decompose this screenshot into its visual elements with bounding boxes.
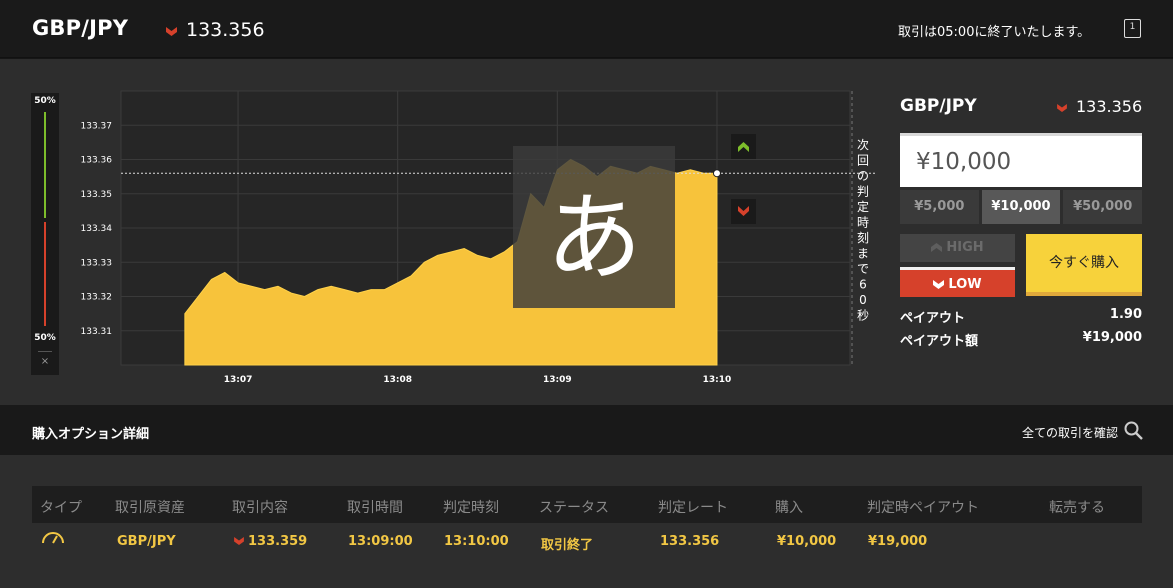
current-point <box>712 169 721 178</box>
gauge-bottom-pct: 50% <box>34 333 56 343</box>
price-chart: 13:07 13:08 13:09 13:10 133.37 133.36 133.35 13… <box>81 90 876 385</box>
gauge-high-bar <box>44 112 46 218</box>
gauge-low-bar <box>44 222 46 326</box>
search-icon[interactable] <box>1124 421 1143 440</box>
payout-amount-label: ペイアウト額 <box>900 334 979 349</box>
top-bar: GBP/JPY 133.356 取引は05:00に終了いたします。 1 <box>0 0 1173 58</box>
col-resell: 転売する <box>1049 500 1105 516</box>
up-arrow-icon <box>931 243 943 252</box>
countdown-char: 6 <box>859 278 867 292</box>
gauge-top-pct: 50% <box>34 96 56 106</box>
countdown-char: 刻 <box>857 231 869 245</box>
x-tick-label: 13:08 <box>383 375 412 385</box>
window-icon[interactable]: 1 <box>1124 19 1141 38</box>
sentiment-gauge: 50% 50% × <box>31 93 59 375</box>
y-tick-label: 133.36 <box>81 156 113 166</box>
down-arrow-icon <box>234 537 244 545</box>
closing-notice: 取引は05:00に終了いたします。 <box>898 25 1091 40</box>
countdown-char: ま <box>857 247 869 261</box>
y-tick-label: 133.32 <box>81 293 113 303</box>
countdown-char: 秒 <box>857 309 869 323</box>
col-status: ステータス <box>539 500 609 516</box>
down-arrow-icon <box>933 280 945 289</box>
col-payout: 判定時ペイアウト <box>867 500 979 516</box>
countdown-char: 0 <box>859 293 867 307</box>
preset-50000-button[interactable]: ¥50,000 <box>1063 190 1143 224</box>
header-price: 133.356 <box>186 19 265 41</box>
cell-judge-time: 13:10:00 <box>444 534 509 549</box>
col-judge-rate: 判定レート <box>658 500 728 516</box>
buy-now-button[interactable]: 今すぐ購入 <box>1026 234 1142 296</box>
cell-payout: ¥19,000 <box>868 534 928 549</box>
countdown-char: 時 <box>857 216 869 230</box>
payout-amount-row: ペイアウト額 ¥19,000 <box>900 330 1142 349</box>
amount-input[interactable]: ¥10,000 <box>900 133 1142 187</box>
payout-value: 1.90 <box>1109 307 1142 322</box>
payout-amount-value: ¥19,000 <box>1082 330 1142 345</box>
countdown-char: で <box>857 262 869 276</box>
down-arrow-icon <box>1057 104 1067 112</box>
col-type: タイプ <box>40 500 82 516</box>
all-trades-link[interactable]: 全ての取引を確認 <box>1022 424 1118 441</box>
cell-status: 取引終了 <box>541 538 594 553</box>
col-asset: 取引原資産 <box>115 500 185 516</box>
countdown-char: 回 <box>857 154 869 168</box>
timer-gauge-icon <box>42 532 64 544</box>
col-trade-time: 取引時間 <box>347 500 403 516</box>
y-tick-label: 133.34 <box>81 224 113 234</box>
trades-table: タイプ 取引原資産 取引内容 取引時間 判定時刻 ステータス 判定レート 購入 … <box>0 455 1173 588</box>
countdown-char: 定 <box>857 199 869 214</box>
cell-purchase: ¥10,000 <box>777 534 837 549</box>
low-button[interactable]: LOW <box>900 267 1015 297</box>
preset-5000-button[interactable]: ¥5,000 <box>900 190 979 224</box>
panel-price: 133.356 <box>1076 97 1143 116</box>
header-pair: GBP/JPY <box>32 16 129 40</box>
low-label: LOW <box>948 277 982 292</box>
y-tick-label: 133.37 <box>81 121 113 131</box>
purchase-options-bar: 購入オプション詳細 全ての取引を確認 <box>0 405 1173 455</box>
countdown-char: 次 <box>857 138 869 152</box>
y-tick-label: 133.33 <box>81 258 113 268</box>
cell-content: 133.359 <box>234 534 307 549</box>
x-tick-label: 13:10 <box>703 375 732 385</box>
high-label: HIGH <box>946 240 984 255</box>
cell-judge-rate: 133.356 <box>660 534 720 549</box>
amount-presets: ¥5,000 ¥10,000 ¥50,000 <box>900 190 1143 224</box>
cell-content-value: 133.359 <box>248 534 308 549</box>
cell-trade-time: 13:09:00 <box>348 534 413 549</box>
cell-asset: GBP/JPY <box>117 534 176 549</box>
trade-panel: GBP/JPY 133.356 ¥10,000 ¥5,000 ¥10,000 ¥… <box>900 59 1142 405</box>
countdown-char: 判 <box>857 185 869 199</box>
payout-row: ペイアウト 1.90 <box>900 307 1142 326</box>
x-tick-label: 13:09 <box>543 375 572 385</box>
options-title: 購入オプション詳細 <box>32 427 150 442</box>
gauge-close-icon[interactable]: × <box>31 356 59 367</box>
panel-pair: GBP/JPY <box>900 96 977 116</box>
down-arrow-icon <box>166 27 177 36</box>
preset-10000-button[interactable]: ¥10,000 <box>981 190 1061 224</box>
col-content: 取引内容 <box>232 500 288 516</box>
main-area: 50% 50% × 13:07 13:08 13:09 13:10 133.37 133.… <box>0 59 1173 405</box>
high-button[interactable]: HIGH <box>900 234 1015 262</box>
x-tick-label: 13:07 <box>224 375 253 385</box>
payout-label: ペイアウト <box>900 311 966 326</box>
overlay-glyph: あ <box>546 182 642 294</box>
y-tick-label: 133.35 <box>81 190 113 200</box>
window-icon-label: 1 <box>1129 22 1136 32</box>
countdown-char: の <box>857 169 869 183</box>
col-purchase: 購入 <box>775 500 803 516</box>
y-tick-label: 133.31 <box>81 327 113 337</box>
gauge-divider <box>38 351 52 352</box>
col-judge-time: 判定時刻 <box>443 500 499 516</box>
table-header: タイプ 取引原資産 取引内容 取引時間 判定時刻 ステータス 判定レート 購入 … <box>32 486 1142 523</box>
